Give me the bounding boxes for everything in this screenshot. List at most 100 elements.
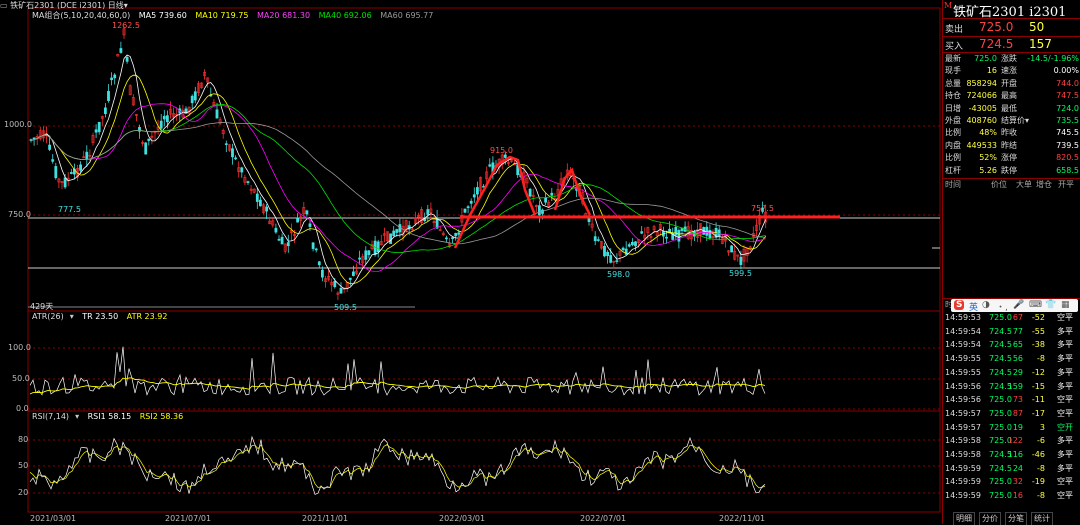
ma-legend: MA组合(5,10,20,40,60,0) MA5 739.60 MA10 71… [32,10,439,21]
instrument-name: 铁矿石2301 [10,1,55,10]
quote-key: 最低 [1001,103,1017,113]
sogou-logo-icon[interactable]: S [954,300,965,310]
tick-row[interactable]: 14:59:53 725.0 67 -52 空平 [943,311,1080,325]
chevron-down-icon[interactable]: ▾ [75,412,79,421]
quote-row: 最新 725.0 涨跌 -14.5/-1.96% [943,53,1080,65]
tick-row[interactable]: 14:59:55 724.5 29 -12 多平 [943,366,1080,380]
candle-body [621,247,625,251]
quote-value: 745.5 [1056,128,1079,138]
tab-statistics[interactable]: 统计 [1031,512,1053,525]
candle-body [314,248,318,251]
keyboard-icon[interactable]: ⌨ [1029,300,1042,310]
kline-chart-area[interactable]: ▭ 铁矿石2301 (DCE i2301) 日线▾ MA组合(5,10,20,4… [0,0,941,524]
user-icon[interactable]: 👕 [1045,300,1056,310]
tick-header-volume: 大单 [1016,180,1032,189]
candle-body [305,210,309,215]
tick-row[interactable]: 14:59:55 724.5 56 -8 多平 [943,352,1080,366]
quote-row: 持仓 724066 最高 747.5 [943,90,1080,102]
tick-change: -17 [1031,408,1045,418]
sell-row[interactable]: 卖出 725.0 50 [943,19,1080,36]
tick-change: 3 [1039,422,1045,432]
ime-toolbar[interactable]: S 英 ◑ ・, 🎤 ⌨ 👕 ▦ [951,299,1078,313]
y-tick-label: 750.0 [8,210,31,219]
chart-canvas[interactable] [0,0,941,524]
buy-row[interactable]: 买入 724.5 157 [943,36,1080,53]
candle-body [311,242,315,249]
shoulder-pattern-line [553,167,592,216]
head-pattern-line [453,155,537,249]
tick-volume: 87 [1012,408,1023,418]
tick-row[interactable]: 14:59:56 724.5 159 -15 多平 [943,380,1080,394]
tick-type: 空平 [1057,395,1073,405]
grid-icon[interactable]: ▦ [1061,300,1070,310]
candle-body [110,77,114,81]
tick-row[interactable]: 14:59:57 725.0 19 3 空开 [943,421,1080,435]
y-tick-label: 20 [18,488,29,497]
tick-time: 14:59:59 [945,491,981,501]
x-tick-label: 2021/11/01 [302,514,349,523]
low-price-label: 509.5 [334,303,357,312]
ma40-line [30,104,766,253]
candle-body [606,251,610,257]
tick-change: -8 [1037,463,1045,473]
tick-row[interactable]: 14:59:54 724.5 77 -55 多平 [943,325,1080,339]
candle-body [144,142,148,155]
low-price-label: 598.0 [607,270,630,279]
candle-body [231,148,234,158]
tab-detail[interactable]: 明细 [953,512,975,525]
tick-row[interactable]: 14:59:54 724.5 65 -38 多平 [943,338,1080,352]
tick-type: 多平 [1057,340,1073,350]
candle-body [320,269,324,278]
candle-body [85,151,89,160]
candle-body [32,137,36,140]
y-tick-label: 1000.0 [4,120,32,129]
tick-row[interactable]: 14:59:58 725.0 122 -6 多平 [943,434,1080,448]
tick-row[interactable]: 14:59:59 725.0 32 -19 空平 [943,475,1080,489]
candle-body [48,144,52,150]
tab-tick-split[interactable]: 分笔 [1005,512,1027,525]
tick-time: 14:59:58 [945,450,981,459]
chevron-down-icon[interactable]: ▾ [124,1,128,10]
quote-key: 外盘 [945,116,961,125]
tick-change: -11 [1031,395,1045,405]
quote-key: 内盘 [945,140,961,150]
quote-row: 日增 -43005 最低 724.0 [943,103,1080,115]
m-badge: M [944,1,953,10]
tick-type: 多平 [1057,463,1073,473]
tick-price: 724.5 [989,354,1012,364]
chevron-down-icon[interactable]: ▾ [70,312,74,321]
punctuation-icon[interactable]: ・, [996,300,1008,313]
atr-legend: ATR(26) ▾ TR 23.50 ATR 23.92 [32,312,173,321]
quote-row: 内盘 449533 昨结 739.5 [943,140,1080,152]
ime-lang[interactable]: 英 [969,300,978,313]
tick-row[interactable]: 14:59:56 725.0 73 -11 空平 [943,393,1080,407]
tick-row[interactable]: 14:59:57 725.0 87 -17 空平 [943,407,1080,421]
tick-type: 空平 [1057,313,1073,322]
quote-key: 杠杆 [945,165,961,175]
tick-volume: 19 [1012,422,1023,432]
microphone-icon[interactable]: 🎤 [1013,300,1024,310]
tab-price-split[interactable]: 分价 [979,512,1001,525]
menu-icon[interactable]: ▭ [0,1,8,10]
quote-row: 比例 48% 昨收 745.5 [943,127,1080,139]
tick-price: 724.5 [989,367,1012,377]
quote-value: 724.0 [1056,103,1079,113]
tick-volume: 56 [1012,354,1023,364]
rsi-legend-title: RSI(7,14) [32,412,70,421]
tick-row[interactable]: 14:59:58 724.5 116 -46 多平 [943,448,1080,462]
tick-row[interactable]: 14:59:59 724.5 24 -8 多平 [943,462,1080,476]
candle-body [389,233,393,244]
buy-label: 买入 [945,42,964,52]
period-selector[interactable]: 日线 [108,1,124,10]
tick-row[interactable]: 14:59:59 725.0 16 -8 空平 [943,489,1080,503]
tick-type: 多平 [1057,326,1073,336]
quote-key: 比例 [945,153,961,163]
candle-body [162,115,166,120]
quote-key: 涨跌 [1001,54,1017,63]
ma-legend-title: MA组合(5,10,20,40,60,0) [32,11,131,20]
tick-change: -52 [1031,313,1045,322]
quote-row: 杠杆 5.26 跌停 658.5 [943,165,1080,177]
candle-body [395,229,399,233]
moon-icon[interactable]: ◑ [982,300,990,310]
candle-body [550,192,554,196]
